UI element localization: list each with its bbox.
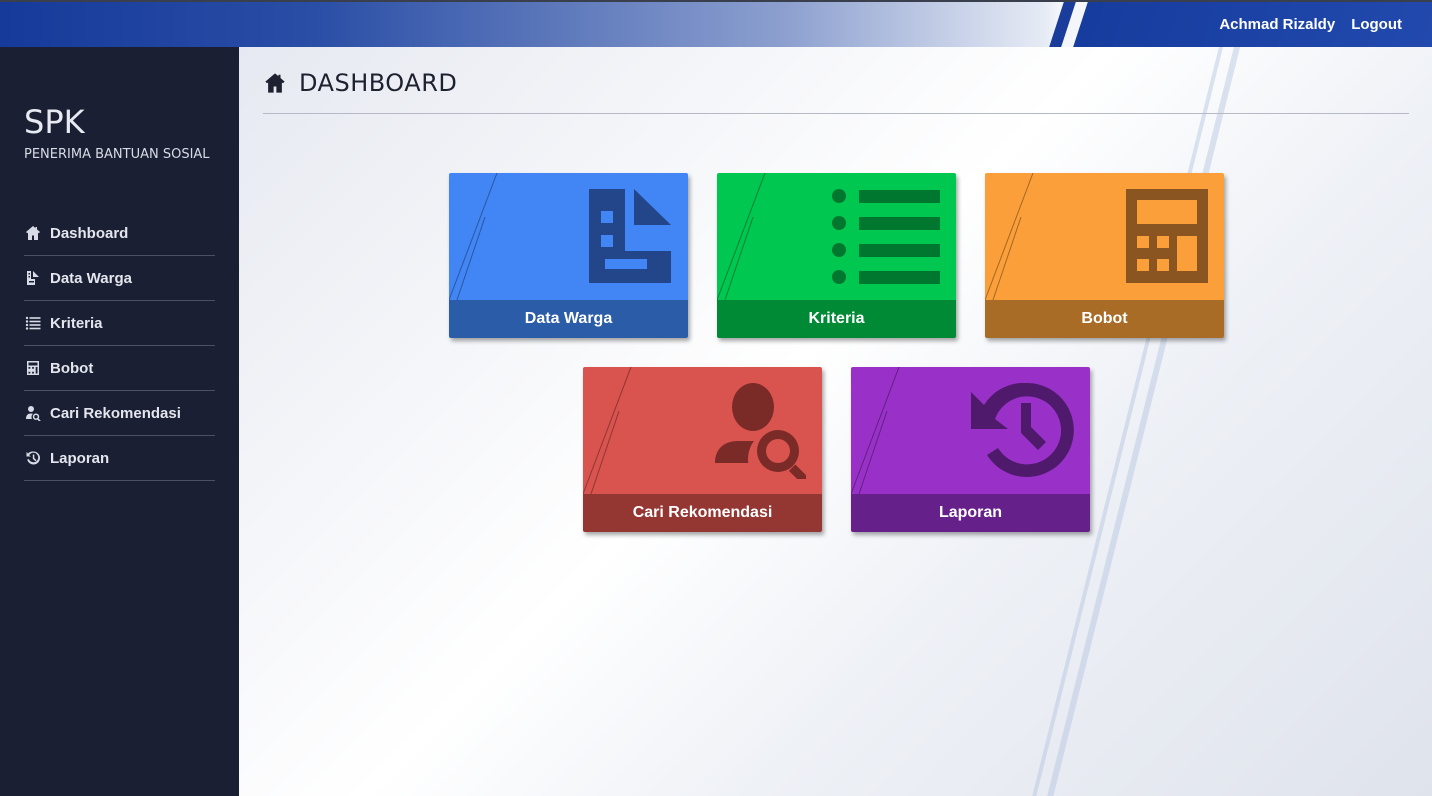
sidebar-item-label: Laporan: [50, 449, 110, 467]
list-icon: [24, 314, 42, 332]
card-label: Laporan: [851, 494, 1090, 532]
user-name[interactable]: Achmad Rizaldy: [1219, 16, 1335, 33]
card-kriteria[interactable]: Kriteria: [717, 173, 956, 338]
home-icon: [24, 224, 42, 242]
card-decoration: [851, 367, 900, 494]
document-icon: [24, 269, 42, 287]
brand-subtitle: PENERIMA BANTUAN SOSIAL: [24, 147, 210, 162]
sidebar-item-label: Cari Rekomendasi: [50, 404, 181, 422]
card-label: Kriteria: [717, 300, 956, 338]
sidebar-item-kriteria[interactable]: Kriteria: [24, 301, 215, 346]
card-decoration: [583, 367, 632, 494]
top-navbar: Achmad Rizaldy Logout: [0, 0, 1432, 47]
sidebar-item-label: Bobot: [50, 359, 94, 377]
history-icon: [24, 449, 42, 467]
user-search-icon: [715, 383, 806, 479]
card-bobot[interactable]: Bobot: [985, 173, 1224, 338]
card-decoration: [449, 173, 498, 300]
sidebar-item-bobot[interactable]: Bobot: [24, 346, 215, 391]
card-label: Data Warga: [449, 300, 688, 338]
user-search-icon: [24, 404, 42, 422]
sidebar-item-cari-rekomendasi[interactable]: Cari Rekomendasi: [24, 391, 215, 436]
header-decoration: [1046, 2, 1078, 47]
list-icon: [832, 189, 940, 284]
card-laporan[interactable]: Laporan: [851, 367, 1090, 532]
calculator-icon: [1126, 189, 1208, 283]
sidebar-item-label: Kriteria: [50, 314, 103, 332]
page-header: DASHBOARD: [263, 69, 1409, 114]
card-top: [583, 367, 822, 494]
card-cari-rekomendasi[interactable]: Cari Rekomendasi: [583, 367, 822, 532]
sidebar-item-label: Dashboard: [50, 224, 129, 242]
sidebar-item-laporan[interactable]: Laporan: [24, 436, 215, 481]
brand-title: SPK: [24, 103, 85, 141]
page-title: DASHBOARD: [299, 69, 458, 97]
sidebar-item-dashboard[interactable]: Dashboard: [24, 211, 215, 256]
home-icon: [263, 72, 287, 96]
card-label: Bobot: [985, 300, 1224, 338]
calculator-icon: [24, 359, 42, 377]
document-icon: [589, 189, 671, 283]
card-decoration: [717, 173, 766, 300]
sidebar-nav: Dashboard Data Warga Kriteria Bobot Cari…: [24, 211, 215, 481]
card-data-warga[interactable]: Data Warga: [449, 173, 688, 338]
card-top: [449, 173, 688, 300]
sidebar-item-label: Data Warga: [50, 269, 132, 287]
card-label: Cari Rekomendasi: [583, 494, 822, 532]
card-top: [851, 367, 1090, 494]
user-area: Achmad Rizaldy Logout: [1219, 16, 1402, 33]
sidebar-item-data-warga[interactable]: Data Warga: [24, 256, 215, 301]
main-content: DASHBOARD Data Warga Kriteria Bobot Cari…: [239, 47, 1432, 796]
card-top: [985, 173, 1224, 300]
card-decoration: [985, 173, 1034, 300]
logout-link[interactable]: Logout: [1351, 16, 1402, 33]
history-icon: [971, 383, 1074, 477]
sidebar: SPK PENERIMA BANTUAN SOSIAL Dashboard Da…: [0, 47, 239, 796]
card-top: [717, 173, 956, 300]
